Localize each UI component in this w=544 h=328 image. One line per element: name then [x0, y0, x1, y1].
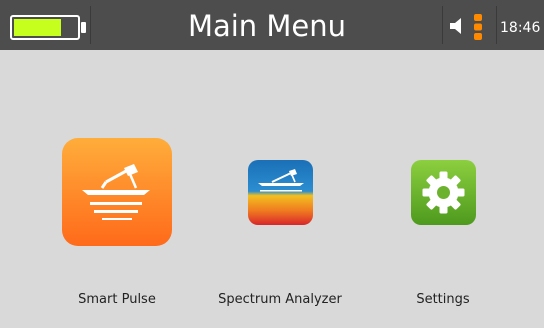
battery-tip: [81, 22, 86, 33]
battery-icon: [10, 15, 80, 40]
clock: 18:46: [500, 20, 541, 36]
smart-pulse-icon: [62, 138, 172, 246]
settings-button[interactable]: [411, 160, 476, 225]
volume-segment: [474, 33, 482, 40]
smart-pulse-button[interactable]: [62, 138, 172, 246]
spectrum-analyzer-icon: [248, 160, 313, 225]
settings-gear-icon: [411, 160, 476, 225]
divider: [442, 6, 443, 44]
volume-level-icon: [474, 14, 482, 40]
status-bar: Main Menu 18:46: [0, 0, 544, 50]
page-title: Main Menu: [187, 9, 347, 43]
app-label-spectrum-analyzer[interactable]: Spectrum Analyzer: [195, 292, 365, 307]
app-label-settings[interactable]: Settings: [358, 292, 528, 307]
divider: [496, 6, 497, 44]
app-label-smart-pulse[interactable]: Smart Pulse: [32, 292, 202, 307]
divider: [90, 6, 91, 44]
speaker-icon[interactable]: [450, 17, 466, 35]
battery-level-fill: [14, 19, 61, 36]
spectrum-analyzer-button[interactable]: [248, 160, 313, 225]
volume-segment: [474, 14, 482, 21]
volume-segment: [474, 23, 482, 31]
